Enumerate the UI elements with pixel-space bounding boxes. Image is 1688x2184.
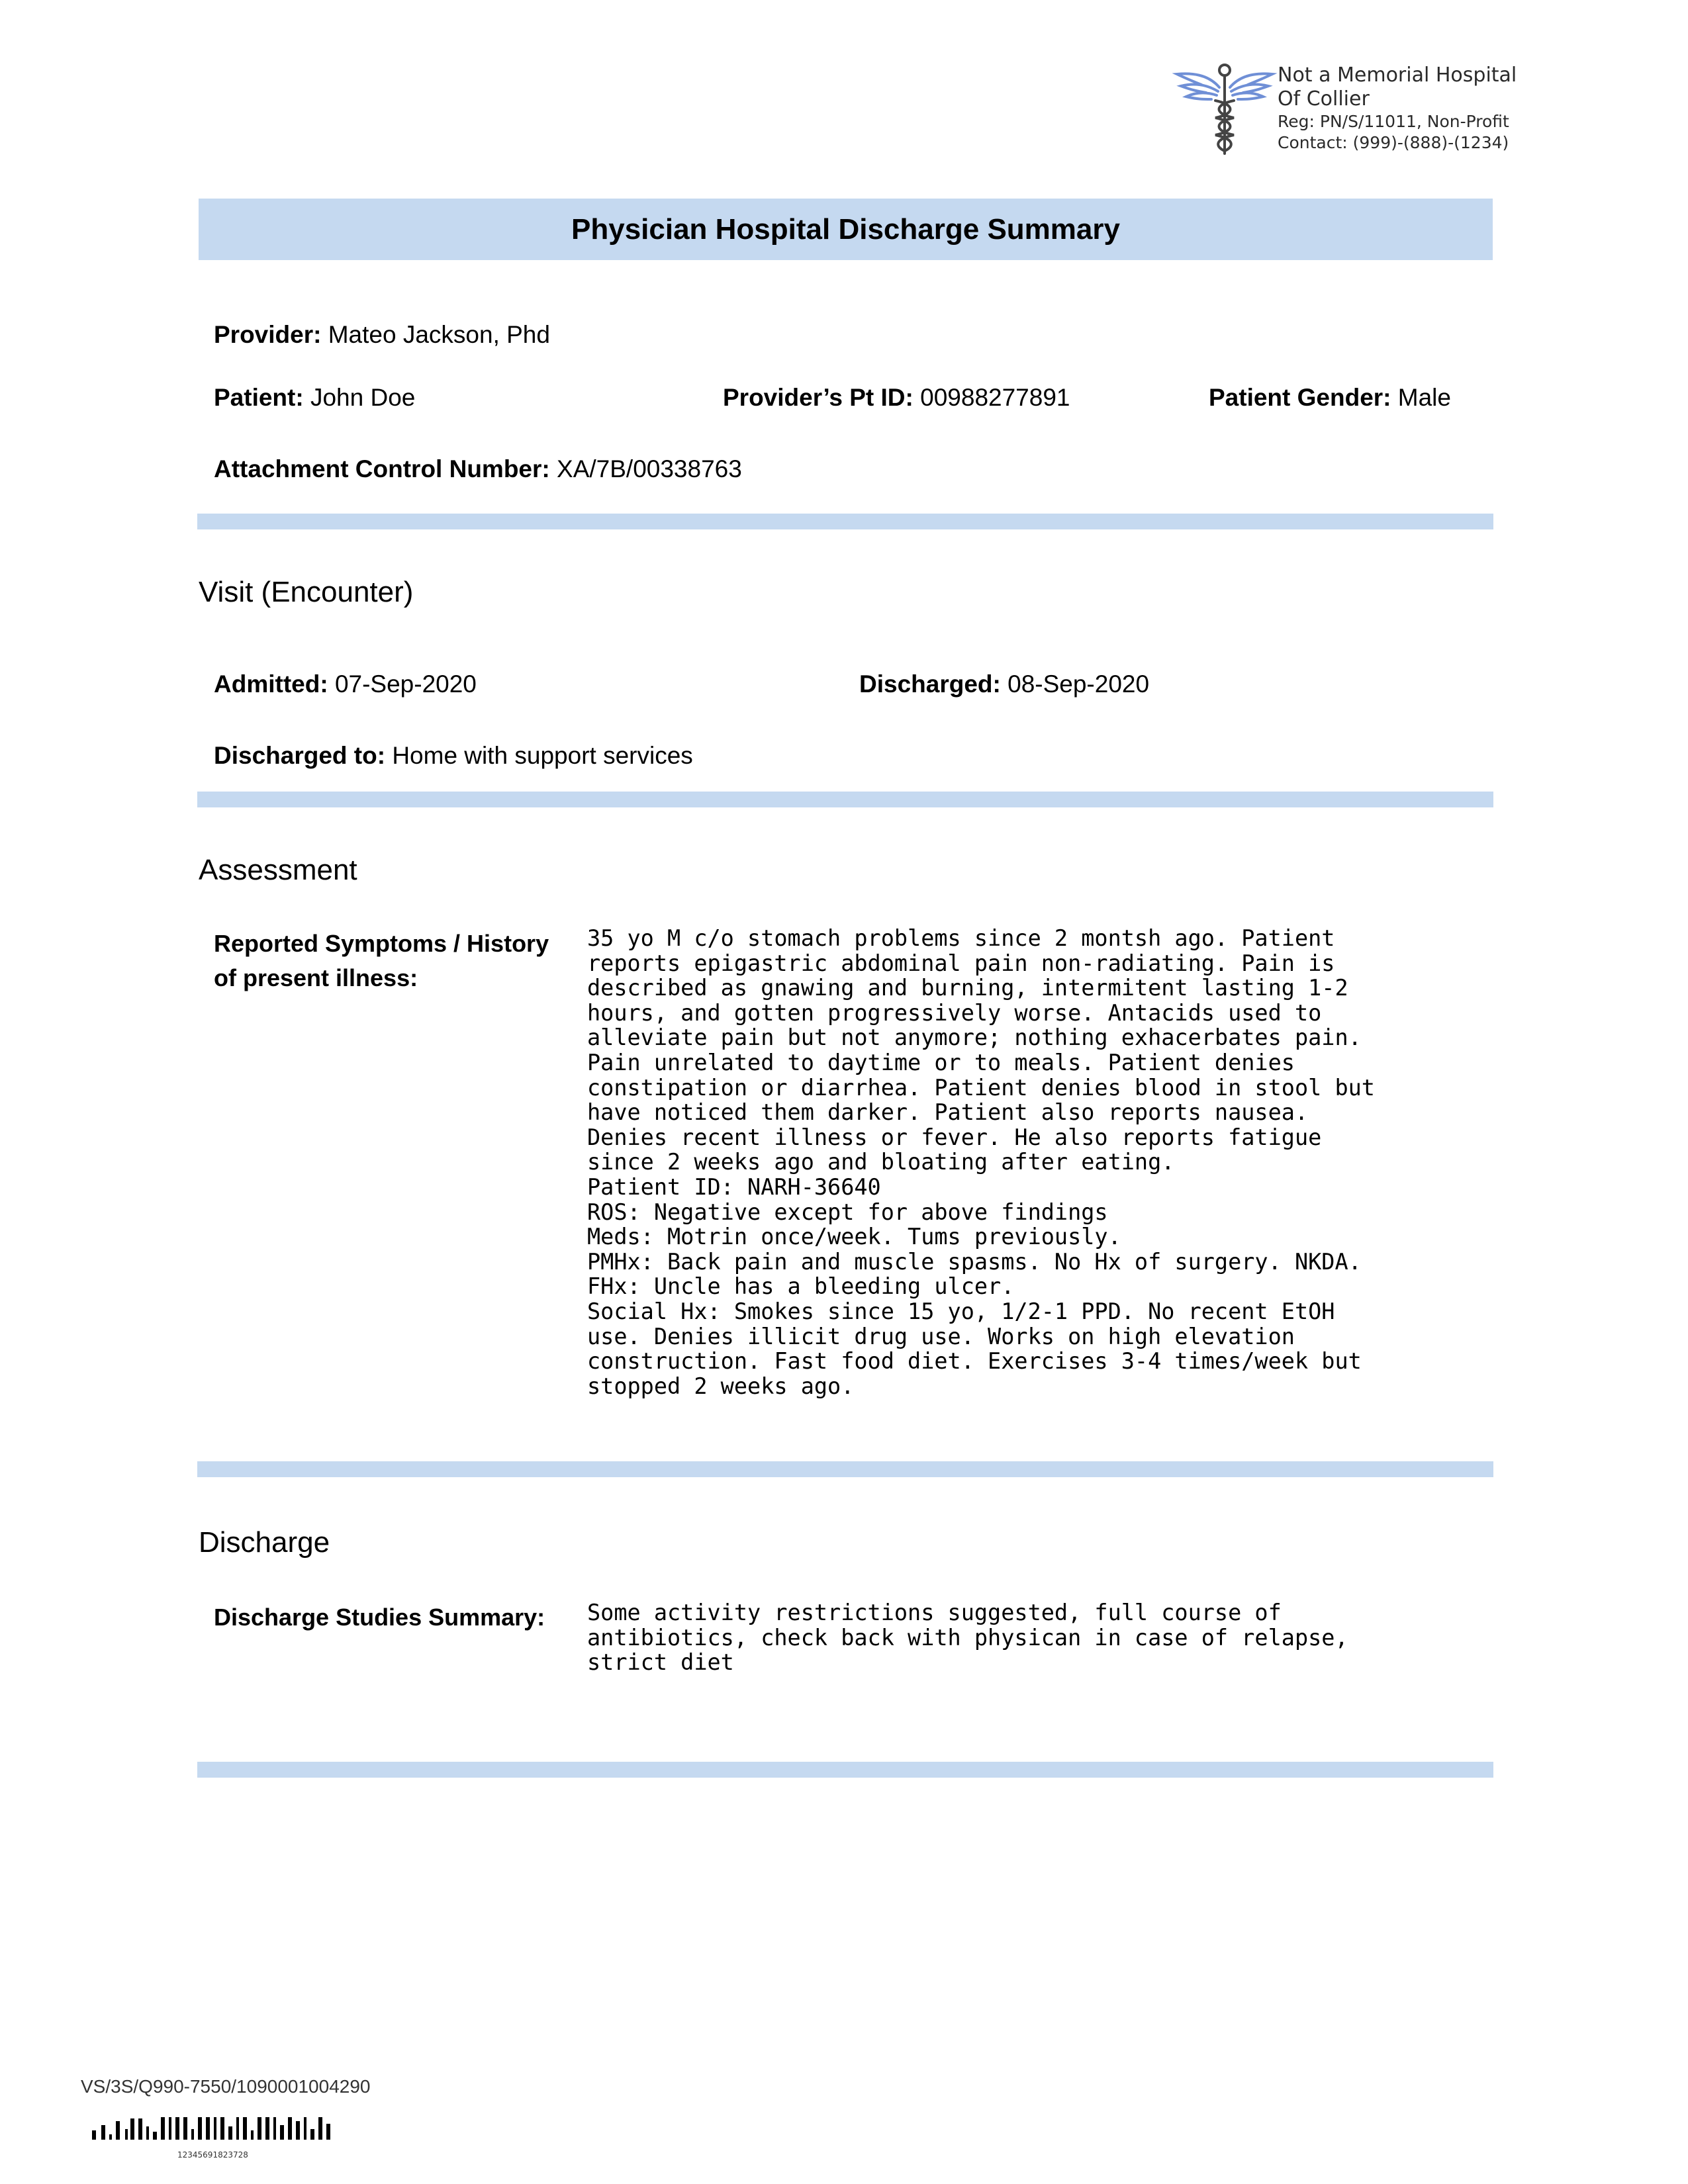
hospital-contact: Contact: (999)-(888)-(1234) (1278, 133, 1509, 152)
visit-heading: Visit (Encounter) (199, 576, 414, 608)
hospital-name: Not a Memorial Hospital (1278, 64, 1517, 87)
attachment-control-value: XA/7B/00338763 (557, 455, 742, 482)
discharged-value: 08-Sep-2020 (1008, 670, 1150, 698)
patient-field: Patient: John Doe (214, 384, 415, 412)
provider-pt-id-value: 00988277891 (920, 384, 1070, 411)
section-divider (197, 792, 1493, 807)
discharge-studies-text: Some activity restrictions suggested, fu… (587, 1600, 1348, 1676)
discharge-heading: Discharge (199, 1526, 330, 1559)
attachment-control-field: Attachment Control Number: XA/7B/0033876… (214, 455, 742, 483)
document-code: VS/3S/Q990-7550/1090001004290 (81, 2076, 371, 2097)
discharged-to-field: Discharged to: Home with support service… (214, 742, 693, 770)
provider-value: Mateo Jackson, Phd (328, 321, 550, 348)
discharged-to-value: Home with support services (392, 742, 693, 769)
symptoms-label: Reported Symptoms / History of present i… (214, 927, 549, 995)
symptoms-label-line1: Reported Symptoms / History (214, 930, 549, 957)
patient-value: John Doe (310, 384, 416, 411)
section-divider (197, 1762, 1493, 1778)
caduceus-icon (1172, 64, 1278, 155)
provider-pt-id-field: Provider’s Pt ID: 00988277891 (723, 384, 1070, 412)
patient-label: Patient: (214, 384, 304, 411)
symptoms-text: 35 yo M c/o stomach problems since 2 mon… (587, 925, 1375, 1399)
attachment-control-label: Attachment Control Number: (214, 455, 550, 482)
hospital-registration: Reg: PN/S/11011, Non-Profit (1278, 112, 1509, 131)
symptoms-label-line2: of present illness: (214, 964, 418, 991)
provider-pt-id-label: Provider’s Pt ID: (723, 384, 914, 411)
discharged-label: Discharged: (859, 670, 1001, 698)
provider-field: Provider: Mateo Jackson, Phd (214, 321, 550, 349)
patient-gender-label: Patient Gender: (1209, 384, 1391, 411)
patient-gender-value: Male (1397, 384, 1451, 411)
admitted-value: 07-Sep-2020 (334, 670, 477, 698)
document-title: Physician Hospital Discharge Summary (571, 212, 1120, 246)
barcode-number: 12345691823728 (177, 2150, 248, 2160)
section-divider (197, 1461, 1493, 1477)
hospital-name-line2: Of Collier (1278, 87, 1370, 111)
provider-label: Provider: (214, 321, 322, 348)
patient-gender-field: Patient Gender: Male (1209, 384, 1451, 412)
section-divider (197, 514, 1493, 529)
admitted-label: Admitted: (214, 670, 328, 698)
assessment-heading: Assessment (199, 854, 357, 886)
barcode-icon (92, 2117, 330, 2140)
admitted-field: Admitted: 07-Sep-2020 (214, 670, 477, 698)
title-band: Physician Hospital Discharge Summary (199, 199, 1493, 260)
discharge-studies-label: Discharge Studies Summary: (214, 1604, 545, 1631)
discharged-to-label: Discharged to: (214, 742, 386, 769)
discharged-field: Discharged: 08-Sep-2020 (859, 670, 1149, 698)
